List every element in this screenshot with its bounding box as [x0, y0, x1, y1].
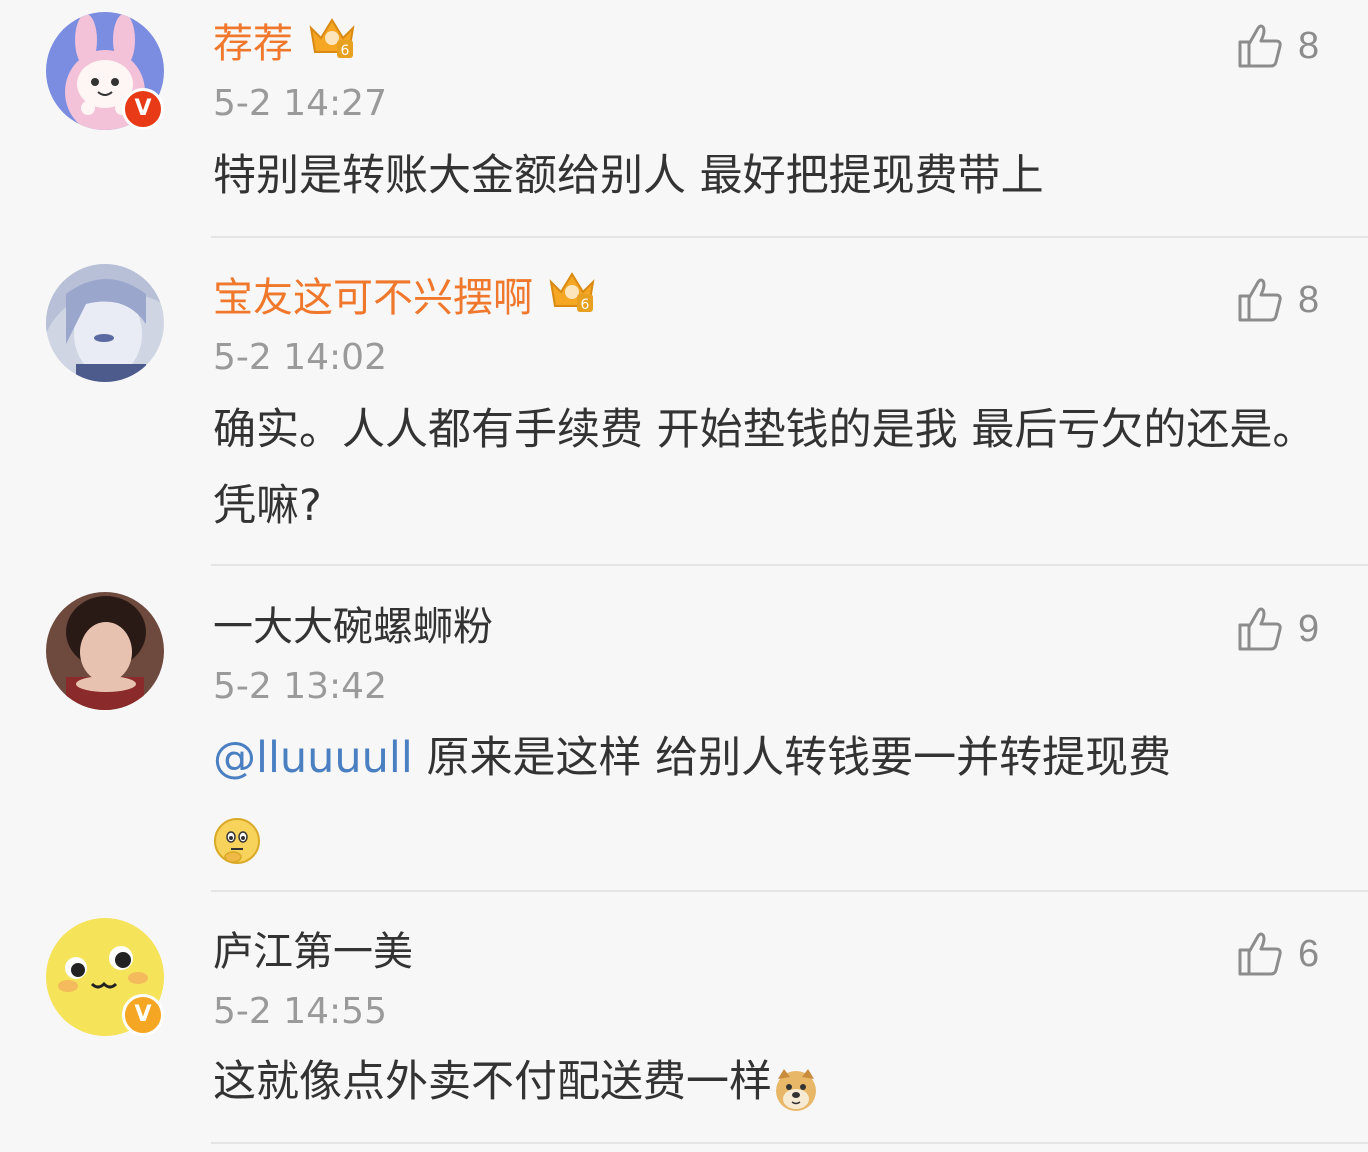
like-button[interactable]: 8: [1236, 274, 1319, 326]
comment-text-body: 原来是这样 给别人转钱要一并转提现费: [412, 733, 1172, 783]
like-button[interactable]: 6: [1236, 928, 1319, 980]
comment-time: 5-2 14:27: [213, 83, 387, 124]
verified-badge-icon: V: [122, 88, 164, 130]
crown-icon: 6: [307, 14, 357, 73]
comment-time: 5-2 14:55: [213, 991, 387, 1032]
like-count: 8: [1298, 278, 1320, 321]
divider: [211, 1142, 1368, 1144]
photo-avatar-image: [46, 592, 164, 710]
member-level: 6: [341, 43, 350, 59]
like-count: 6: [1298, 932, 1320, 975]
comment-text: @lluuuull 原来是这样 给别人转钱要一并转提现费: [213, 720, 1333, 872]
username-text: 宝友这可不兴摆啊: [213, 275, 533, 321]
crown-icon: 6: [547, 268, 597, 327]
member-level: 6: [581, 297, 590, 313]
username[interactable]: 一大大碗螺蛳粉: [213, 601, 493, 653]
username[interactable]: 庐江第一美: [213, 926, 413, 978]
comment-text-body: 这就像点外卖不付配送费一样: [213, 1057, 772, 1107]
thinking-emoji: [213, 813, 261, 864]
divider: [211, 236, 1368, 238]
divider: [211, 890, 1368, 892]
thumbs-up-icon: [1238, 24, 1282, 68]
like-button[interactable]: 8: [1236, 20, 1319, 72]
anime-avatar-image: [46, 264, 164, 382]
username[interactable]: 荐荐 6: [213, 17, 357, 73]
like-count: 9: [1298, 607, 1320, 650]
doge-emoji: [772, 1061, 820, 1111]
avatar[interactable]: [46, 264, 164, 382]
thumbs-up-icon: [1238, 278, 1282, 322]
verified-badge-icon: V: [122, 994, 164, 1036]
like-button[interactable]: 9: [1236, 603, 1319, 655]
mention-link[interactable]: @lluuuull: [213, 733, 413, 783]
divider: [211, 564, 1368, 566]
comment-time: 5-2 13:42: [213, 666, 387, 707]
avatar[interactable]: V: [46, 12, 164, 130]
avatar[interactable]: V: [46, 918, 164, 1036]
comment-text: 这就像点外卖不付配送费一样: [213, 1044, 1333, 1120]
username-text: 荐荐: [213, 21, 293, 67]
comment-text: 确实。人人都有手续费 开始垫钱的是我 最后亏欠的还是。凭嘛?: [213, 405, 1316, 531]
comment-time: 5-2 14:02: [213, 337, 387, 378]
like-count: 8: [1298, 24, 1320, 67]
thumbs-up-icon: [1238, 932, 1282, 976]
username-text: 一大大碗螺蛳粉: [213, 604, 493, 650]
avatar[interactable]: [46, 592, 164, 710]
username[interactable]: 宝友这可不兴摆啊 6: [213, 271, 597, 327]
thumbs-up-icon: [1238, 607, 1282, 651]
comment-text: 特别是转账大金额给别人 最好把提现费带上: [213, 151, 1044, 201]
username-text: 庐江第一美: [213, 929, 413, 975]
